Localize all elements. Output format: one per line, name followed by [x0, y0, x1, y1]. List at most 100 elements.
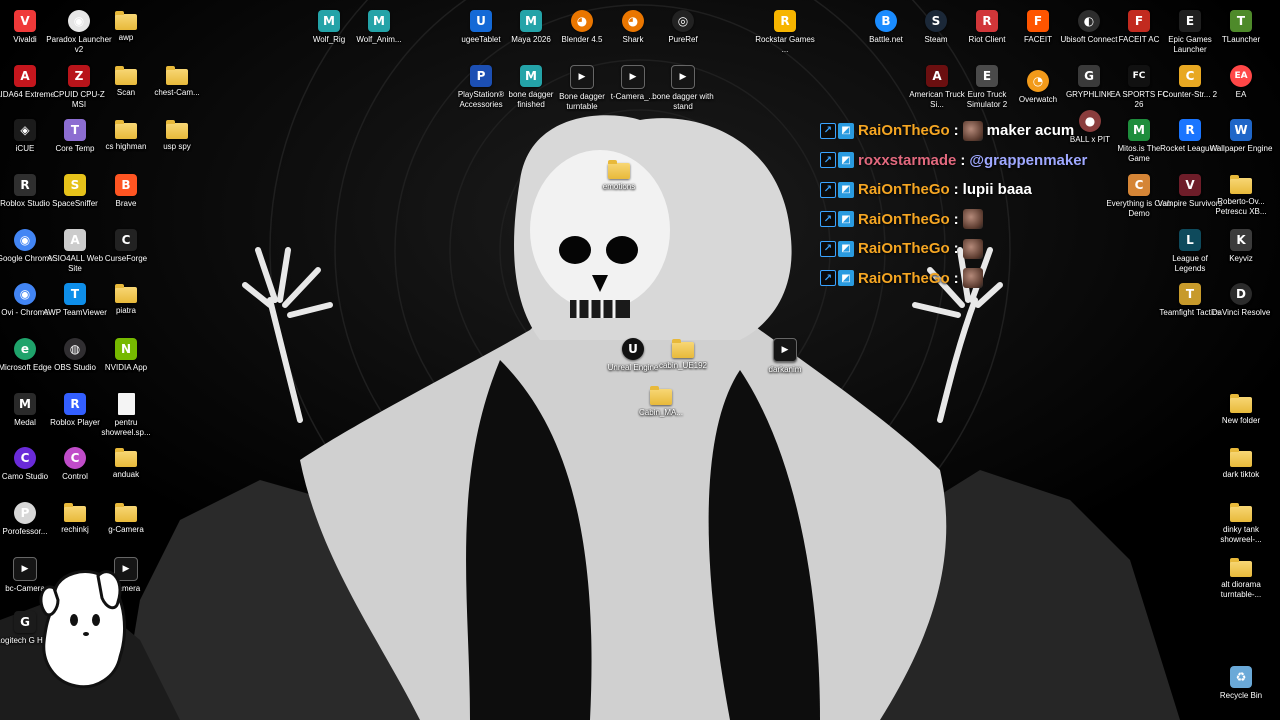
- desktop-shortcut[interactable]: ◎ PureRef: [652, 6, 714, 60]
- maya-file-icon: M: [318, 10, 340, 32]
- chat-message: ↗ ◩ RaiOnTheGo: lupii baaa: [820, 175, 1120, 205]
- desktop-shortcut[interactable]: ▶ darkanim: [754, 334, 816, 388]
- desktop-shortcut-label: usp spy: [163, 142, 191, 151]
- folder-icon: [115, 284, 137, 303]
- blender-icon: ◕: [622, 10, 644, 32]
- folder-icon: [608, 160, 630, 179]
- desktop[interactable]: V Vivaldi ◉ Paradox Launcher v2 awp M Wolf_Rig…: [0, 0, 1280, 720]
- chat-badges: ↗ ◩: [820, 181, 854, 198]
- platform-badge-icon: ◩: [838, 181, 854, 198]
- desktop-shortcut[interactable]: alt diorama turntable-...: [1210, 553, 1272, 607]
- desktop-shortcut[interactable]: ♻ Recycle Bin: [1210, 662, 1272, 716]
- desktop-shortcut[interactable]: T TLauncher: [1210, 6, 1272, 60]
- desktop-shortcut[interactable]: dark tiktok: [1210, 443, 1272, 497]
- desktop-shortcut-label: bone dagger with stand: [652, 92, 714, 111]
- chat-badges: ↗ ◩: [820, 152, 854, 169]
- paradox-icon: ◉: [68, 10, 90, 32]
- chat-message: ↗ ◩ RaiOnTheGo:: [820, 234, 1120, 264]
- pureref-icon: ◎: [672, 10, 694, 32]
- desktop-shortcut-label: NVIDIA App: [104, 363, 148, 372]
- chat-separator: :: [960, 151, 966, 169]
- desktop-shortcut-label: CurseForge: [104, 254, 148, 263]
- video-icon: ▶: [671, 65, 695, 89]
- folder-icon: [672, 339, 694, 358]
- desktop-shortcut[interactable]: M Wolf_Anim...: [348, 6, 410, 60]
- desktop-shortcut[interactable]: Roberto-Ov... Petrescu XB...: [1210, 170, 1272, 224]
- desktop-shortcut-label: PureRef: [668, 35, 698, 44]
- desktop-shortcut[interactable]: dinky tank showreel-...: [1210, 498, 1272, 552]
- ghub-icon: G: [14, 611, 36, 633]
- folder-icon: [1230, 503, 1252, 522]
- desktop-shortcut[interactable]: g-Camera: [95, 498, 157, 552]
- platform-badge-icon: ◩: [838, 240, 854, 257]
- desktop-shortcut[interactable]: cabin_UE192: [652, 334, 714, 388]
- chat-emote-icon: [962, 209, 983, 230]
- chat-username: RaiOnTheGo: [858, 181, 950, 199]
- desktop-shortcut[interactable]: awp: [95, 6, 157, 60]
- desktop-shortcut[interactable]: B Brave: [95, 170, 157, 224]
- folder-icon: [1230, 558, 1252, 577]
- chat-badges: ↗ ◩: [820, 270, 854, 287]
- chat-username: RaiOnTheGo: [858, 240, 950, 258]
- desktop-shortcut-label: g-Camera: [108, 525, 144, 534]
- playstation-icon: P: [470, 65, 492, 87]
- chat-emote-icon: [962, 120, 983, 141]
- chat-username: RaiOnTheGo: [858, 210, 950, 228]
- desktop-shortcut-label: Recycle Bin: [1219, 691, 1263, 700]
- obs-icon: ◍: [64, 338, 86, 360]
- desktop-shortcut-label: anduak: [112, 470, 140, 479]
- mitos-icon: M: [1128, 119, 1150, 141]
- chat-text: maker acum: [986, 122, 1075, 140]
- asio-icon: A: [64, 229, 86, 251]
- folder-icon: [64, 503, 86, 522]
- desktop-shortcut[interactable]: W Wallpaper Engine: [1210, 115, 1272, 169]
- aida64-icon: A: [14, 65, 36, 87]
- desktop-shortcut-label: Wolf_Anim...: [356, 35, 402, 44]
- unreal-icon: U: [622, 338, 644, 360]
- desktop-shortcut[interactable]: New folder: [1210, 389, 1272, 443]
- recycle-bin-icon: ♻: [1230, 666, 1252, 688]
- folder-icon: [1230, 448, 1252, 467]
- chat-emote-icon: [962, 268, 983, 289]
- lol-icon: L: [1179, 229, 1201, 251]
- faceit-icon: F: [1128, 10, 1150, 32]
- desktop-shortcut[interactable]: EA EA: [1210, 61, 1272, 115]
- tft-icon: T: [1179, 283, 1201, 305]
- desktop-shortcut[interactable]: D DaVinci Resolve: [1210, 279, 1272, 333]
- desktop-shortcut[interactable]: R Rockstar Games ...: [754, 6, 816, 60]
- desktop-shortcut[interactable]: ▶ bone dagger with stand: [652, 61, 714, 115]
- desktop-shortcut[interactable]: emotions: [588, 155, 650, 209]
- desktop-shortcut[interactable]: K Keyviz: [1210, 225, 1272, 279]
- desktop-shortcut[interactable]: usp spy: [146, 115, 208, 169]
- desktop-shortcut[interactable]: chest-Cam...: [146, 61, 208, 115]
- share-badge-icon: ↗: [820, 181, 836, 198]
- desktop-shortcut-label: Rockstar Games ...: [755, 35, 815, 54]
- teamviewer-icon: T: [64, 283, 86, 305]
- desktop-shortcut[interactable]: pentru showreel.sp...: [95, 389, 157, 443]
- chat-username: roxxstarmade: [858, 151, 957, 169]
- vampiresurvivors-icon: V: [1179, 174, 1201, 196]
- chrome-icon: ◉: [14, 229, 36, 251]
- faceit-icon: F: [1027, 10, 1049, 32]
- chat-text: lupii baaa: [962, 181, 1032, 199]
- share-badge-icon: ↗: [820, 122, 836, 139]
- medal-icon: M: [14, 393, 36, 415]
- folder-icon: [115, 11, 137, 30]
- chat-separator: :: [953, 269, 959, 287]
- desktop-shortcut-label: pentru showreel.sp...: [101, 418, 151, 437]
- desktop-shortcut[interactable]: anduak: [95, 443, 157, 497]
- folder-icon: [166, 66, 188, 85]
- chat-overlay: ↗ ◩ RaiOnTheGo: maker acum ↗ ◩ roxxstarmade: @g…: [820, 116, 1120, 293]
- desktop-shortcut-label: cabin_UE192: [658, 361, 708, 370]
- desktop-shortcut-label: Cabin_MA...: [638, 408, 684, 417]
- desktop-shortcut[interactable]: Cabin_MA...: [630, 381, 692, 435]
- desktop-shortcut[interactable]: C CurseForge: [95, 225, 157, 279]
- control-icon: C: [64, 447, 86, 469]
- desktop-shortcut-label: Brave: [115, 199, 137, 208]
- desktop-shortcut[interactable]: piatra: [95, 279, 157, 333]
- desktop-shortcut[interactable]: N NVIDIA App: [95, 334, 157, 388]
- tlauncher-icon: T: [1230, 10, 1252, 32]
- desktop-shortcut-label: emotions: [602, 182, 636, 191]
- folder-icon: [115, 448, 137, 467]
- robloxstudio-icon: R: [14, 174, 36, 196]
